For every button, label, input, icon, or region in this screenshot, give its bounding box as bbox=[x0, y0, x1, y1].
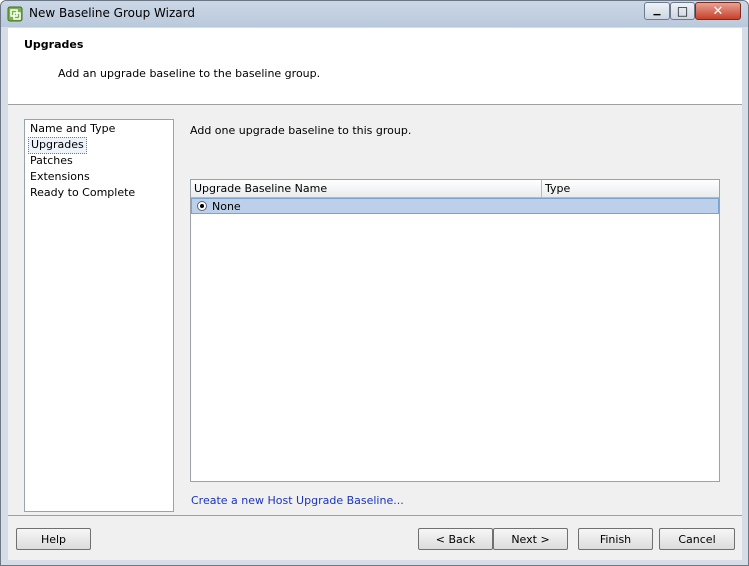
minimize-button[interactable]: ▁ bbox=[644, 2, 670, 20]
column-header-type[interactable]: Type bbox=[545, 182, 570, 195]
wizard-body: Upgrades Add an upgrade baseline to the … bbox=[8, 28, 742, 560]
column-header-name[interactable]: Upgrade Baseline Name bbox=[194, 182, 327, 195]
table-row[interactable]: None bbox=[191, 198, 719, 214]
close-button[interactable]: ✕ bbox=[695, 2, 741, 20]
page-description: Add an upgrade baseline to the baseline … bbox=[58, 67, 321, 80]
help-button[interactable]: Help bbox=[16, 528, 91, 550]
wizard-window: New Baseline Group Wizard ▁ □ ✕ Upgrades… bbox=[0, 0, 749, 566]
window-title: New Baseline Group Wizard bbox=[29, 6, 195, 20]
maximize-button[interactable]: □ bbox=[670, 2, 695, 20]
page-title: Upgrades bbox=[24, 38, 84, 51]
maximize-icon: □ bbox=[676, 4, 689, 18]
minimize-icon: ▁ bbox=[653, 5, 661, 16]
wizard-main: Name and Type Upgrades Patches Extension… bbox=[8, 105, 742, 513]
wizard-header: Upgrades Add an upgrade baseline to the … bbox=[8, 28, 742, 105]
step-patches[interactable]: Patches bbox=[28, 153, 75, 168]
cancel-button[interactable]: Cancel bbox=[659, 528, 735, 550]
column-divider[interactable] bbox=[541, 180, 542, 197]
step-upgrades[interactable]: Upgrades bbox=[28, 137, 87, 154]
content-description: Add one upgrade baseline to this group. bbox=[190, 124, 412, 137]
title-bar[interactable]: New Baseline Group Wizard ▁ □ ✕ bbox=[1, 1, 748, 27]
step-name-and-type[interactable]: Name and Type bbox=[28, 121, 117, 136]
create-upgrade-baseline-link[interactable]: Create a new Host Upgrade Baseline... bbox=[191, 494, 404, 507]
radio-button[interactable] bbox=[197, 201, 207, 211]
back-button[interactable]: < Back bbox=[418, 528, 493, 550]
next-button[interactable]: Next > bbox=[493, 528, 568, 550]
baseline-table: Upgrade Baseline Name Type None bbox=[190, 179, 720, 482]
step-extensions[interactable]: Extensions bbox=[28, 169, 92, 184]
steps-list: Name and Type Upgrades Patches Extension… bbox=[24, 119, 174, 512]
finish-button[interactable]: Finish bbox=[578, 528, 653, 550]
close-icon: ✕ bbox=[712, 3, 724, 19]
step-ready-to-complete[interactable]: Ready to Complete bbox=[28, 185, 137, 200]
row-baseline-name: None bbox=[212, 200, 241, 213]
vmware-wizard-icon bbox=[7, 6, 23, 22]
table-header: Upgrade Baseline Name Type bbox=[191, 180, 719, 198]
footer-divider bbox=[8, 515, 742, 516]
